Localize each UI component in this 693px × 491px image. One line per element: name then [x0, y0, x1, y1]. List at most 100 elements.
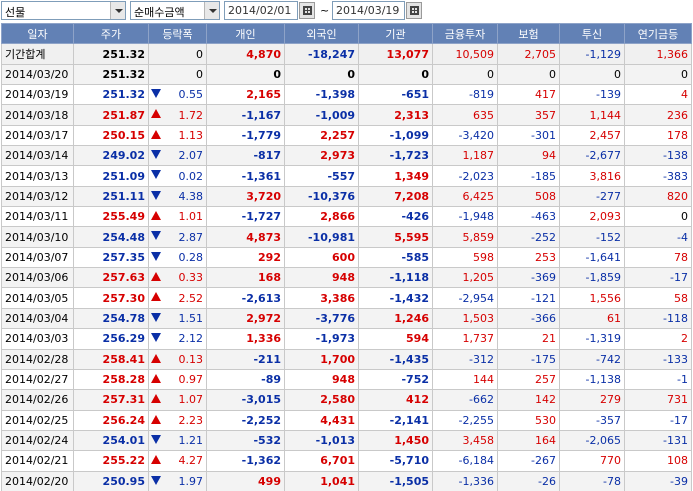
end-date-field[interactable]: 2014/03/19 [332, 1, 405, 20]
summary-row[interactable]: 기간합계 251.32 0 4,870 -18,247 13,077 10,509 2,705… [1, 43, 692, 65]
row-individual: -211 [206, 348, 285, 370]
start-date-field[interactable]: 2014/02/01 [224, 1, 298, 20]
row-date: 2014/03/12 [1, 185, 74, 208]
column-header-insurance[interactable]: 보험 [497, 22, 560, 45]
table-row[interactable]: 2014/02/24 254.01 1.21 -532 -1,013 1,450 3,458… [1, 429, 692, 452]
table-row[interactable]: 2014/03/19 251.32 0.55 2,165 -1,398 -651 -819 4… [1, 84, 692, 106]
row-investment-trust: -2,677 [559, 145, 625, 167]
row-financial-investment: -1,948 [432, 206, 498, 228]
column-header-institution[interactable]: 기관 [358, 22, 433, 45]
row-date: 2014/03/04 [1, 307, 74, 330]
table-row[interactable]: 2014/02/26 257.31 1.07 -3,015 2,580 412 -662 14… [1, 389, 692, 411]
row-pension: 1,366 [624, 43, 692, 65]
row-price: 257.63 [73, 267, 149, 289]
change-value: 0 [196, 67, 203, 81]
chevron-down-icon[interactable] [110, 2, 125, 19]
row-investment-trust: -1,641 [559, 246, 625, 269]
row-foreign: 3,386 [284, 287, 359, 309]
up-triangle-icon [151, 292, 161, 302]
table-row[interactable]: 2014/03/03 256.29 2.12 1,336 -1,973 594 1,737 2… [1, 328, 692, 350]
row-investment-trust: -78 [559, 470, 625, 491]
row-price: 251.32 [73, 63, 149, 86]
calendar-icon [303, 6, 312, 15]
column-header-date[interactable]: 일자 [1, 22, 74, 45]
row-financial-investment: -819 [432, 84, 498, 106]
row-insurance: 257 [497, 368, 560, 391]
row-investment-trust: -357 [559, 409, 625, 431]
row-investment-trust: -2,065 [559, 429, 625, 452]
row-price: 250.15 [73, 124, 149, 147]
table-row[interactable]: 2014/03/14 249.02 2.07 -817 2,973 -1,723 1,187… [1, 145, 692, 167]
table-row[interactable]: 2014/03/13 251.09 0.02 -1,361 -557 1,349 -2,02… [1, 165, 692, 187]
row-date: 2014/03/10 [1, 226, 74, 248]
table-row[interactable]: 2014/02/21 255.22 4.27 -1,362 6,701 -5,710 -6,… [1, 450, 692, 472]
table-row[interactable]: 2014/02/25 256.24 2.23 -2,252 4,431 -2,141 -2,… [1, 409, 692, 431]
market-select-value: 선물 [5, 6, 26, 19]
column-header-price[interactable]: 주가 [73, 22, 149, 45]
row-price: 255.49 [73, 206, 149, 228]
table-row[interactable]: 2014/03/11 255.49 1.01 -1,727 2,866 -426 -1,94… [1, 206, 692, 228]
row-investment-trust: 3,816 [559, 165, 625, 187]
column-header-pension[interactable]: 연기금등 [624, 22, 692, 45]
row-institution: -1,505 [358, 470, 433, 491]
row-foreign: 948 [284, 368, 359, 391]
row-change: 0.28 [148, 246, 207, 269]
column-header-individual[interactable]: 개인 [206, 22, 285, 45]
start-date-value: 2014/02/01 [228, 4, 292, 17]
table-row[interactable]: 2014/03/05 257.30 2.52 -2,613 3,386 -1,432 -2,… [1, 287, 692, 309]
table-row[interactable]: 2014/02/20 250.95 1.97 499 1,041 -1,505 -1,336… [1, 470, 692, 491]
table-row[interactable]: 2014/03/07 257.35 0.28 292 600 -585 598 253 -1,6… [1, 246, 692, 269]
row-investment-trust: 61 [559, 307, 625, 330]
row-individual: 4,870 [206, 43, 285, 65]
table-row[interactable]: 2014/03/17 250.15 1.13 -1,779 2,257 -1,099 -3,… [1, 124, 692, 147]
change-value: 0.55 [178, 88, 204, 102]
table-row[interactable]: 2014/03/10 254.48 2.87 4,873 -10,981 5,595 5,8… [1, 226, 692, 248]
table-row[interactable]: 2014/03/04 254.78 1.51 2,972 -3,776 1,246 1,50… [1, 307, 692, 330]
row-insurance: -463 [497, 206, 560, 228]
change-value: 0.28 [178, 250, 204, 264]
column-header-financial-investment[interactable]: 금융투자 [432, 22, 498, 45]
end-calendar-button[interactable] [406, 2, 422, 19]
row-foreign: 0 [284, 63, 359, 86]
table-row[interactable]: 2014/02/27 258.28 0.97 -89 948 -752 144 257 -1,1… [1, 368, 692, 391]
table-row[interactable]: 2014/03/12 251.11 4.38 3,720 -10,376 7,208 6,4… [1, 185, 692, 208]
start-calendar-button[interactable] [299, 2, 315, 19]
end-date-value: 2014/03/19 [336, 4, 400, 17]
row-change: 1.97 [148, 470, 207, 491]
row-change: 1.72 [148, 104, 207, 126]
row-pension: 58 [624, 287, 692, 309]
row-insurance: 0 [497, 63, 560, 86]
row-institution: -1,118 [358, 267, 433, 289]
row-insurance: 253 [497, 246, 560, 269]
column-header-change[interactable]: 등락폭 [148, 22, 207, 45]
row-insurance: 21 [497, 328, 560, 350]
market-select[interactable]: 선물 [1, 1, 126, 20]
row-foreign: 948 [284, 267, 359, 289]
row-individual: -1,167 [206, 104, 285, 126]
chevron-down-icon[interactable] [204, 2, 219, 19]
change-value: 0.02 [178, 169, 204, 183]
column-header-foreign[interactable]: 외국인 [284, 22, 359, 45]
change-value: 1.97 [178, 474, 204, 488]
row-individual: 168 [206, 267, 285, 289]
column-header-investment-trust[interactable]: 투신 [559, 22, 625, 45]
row-financial-investment: 144 [432, 368, 498, 391]
row-investment-trust: -1,138 [559, 368, 625, 391]
row-financial-investment: -2,023 [432, 165, 498, 187]
row-price: 251.87 [73, 104, 149, 126]
table-row[interactable]: 2014/03/06 257.63 0.33 168 948 -1,118 1,205 -36… [1, 267, 692, 289]
row-price: 256.24 [73, 409, 149, 431]
row-price: 257.31 [73, 389, 149, 411]
row-change: 1.21 [148, 429, 207, 452]
table-row[interactable]: 2014/03/18 251.87 1.72 -1,167 -1,009 2,313 635… [1, 104, 692, 126]
type-select[interactable]: 순매수금액 [130, 1, 220, 20]
row-change: 0.13 [148, 348, 207, 370]
row-institution: -1,099 [358, 124, 433, 147]
row-foreign: 1,041 [284, 470, 359, 491]
table-row[interactable]: 2014/02/28 258.41 0.13 -211 1,700 -1,435 -312-… [1, 348, 692, 370]
row-financial-investment: -2,255 [432, 409, 498, 431]
row-change: 1.01 [148, 206, 207, 228]
row-price: 249.02 [73, 145, 149, 167]
row-foreign: 600 [284, 246, 359, 269]
table-row[interactable]: 2014/03/20 251.32 0 0 0 0 0 0 0 0 [1, 63, 692, 86]
